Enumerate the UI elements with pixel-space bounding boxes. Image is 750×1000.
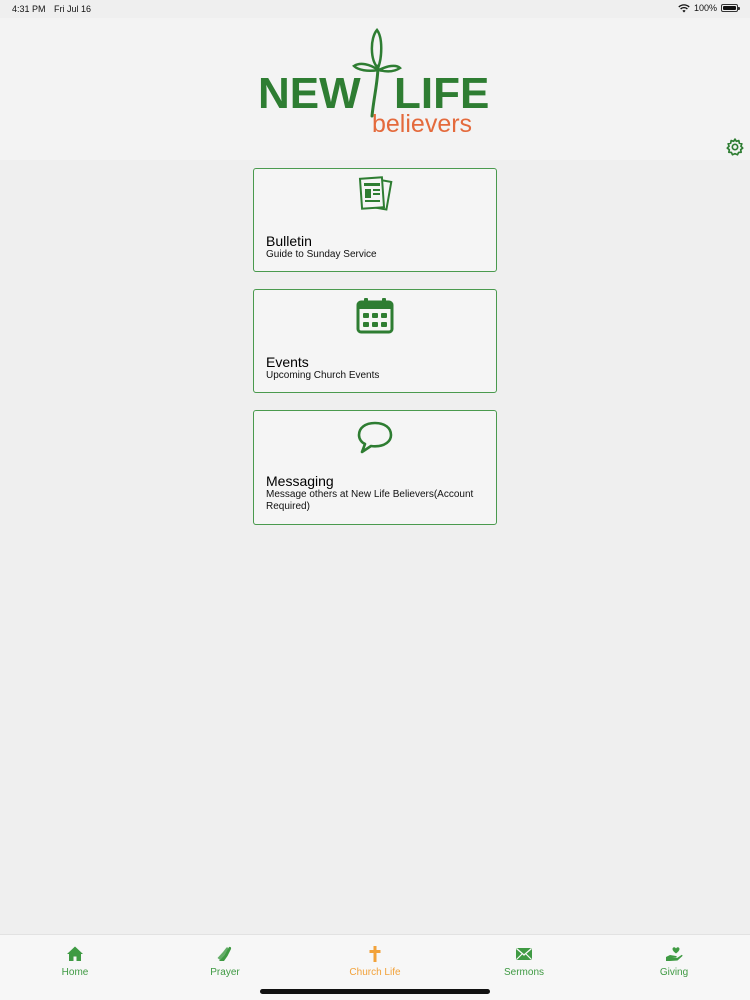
messaging-subtitle: Message others at New Life Believers(Acc…: [266, 489, 474, 512]
tab-church-life[interactable]: Church Life: [325, 945, 425, 978]
cross-icon: [369, 946, 381, 962]
bulletin-card[interactable]: Bulletin Guide to Sunday Service: [253, 168, 497, 272]
calendar-icon: [356, 298, 394, 334]
bulletin-title: Bulletin: [266, 233, 312, 249]
status-bar: 4:31 PM Fri Jul 16 100%: [0, 0, 750, 18]
tab-sermons-label: Sermons: [503, 967, 544, 978]
tab-home[interactable]: Home: [25, 945, 125, 978]
app-logo: NEW LIFE believers: [256, 26, 496, 138]
status-date: Fri Jul 16: [54, 4, 92, 14]
tab-giving-label: Giving: [659, 967, 689, 978]
tab-prayer[interactable]: Prayer: [175, 945, 275, 978]
giving-hand-icon: [666, 947, 683, 961]
events-subtitle: Upcoming Church Events: [266, 370, 380, 381]
tab-sermons[interactable]: Sermons: [474, 945, 574, 978]
tab-giving[interactable]: Giving: [624, 945, 724, 978]
envelope-icon: [516, 947, 532, 960]
events-card[interactable]: Events Upcoming Church Events: [253, 289, 497, 393]
header: NEW LIFE believers: [0, 18, 750, 160]
settings-button[interactable]: [725, 137, 745, 157]
battery-level: [723, 6, 736, 10]
events-title: Events: [266, 354, 309, 370]
tab-prayer-label: Prayer: [210, 967, 240, 978]
tab-church-life-label: Church Life: [349, 967, 401, 978]
home-indicator: [260, 989, 490, 994]
tab-home-label: Home: [61, 967, 89, 978]
status-time: 4:31 PM: [12, 4, 46, 14]
status-indicators: 100%: [678, 3, 740, 13]
messaging-title: Messaging: [266, 473, 334, 489]
bulletin-icon: [358, 176, 393, 211]
house-icon: [67, 946, 83, 961]
messaging-card[interactable]: Messaging Message others at New Life Bel…: [253, 410, 497, 525]
praying-hands-icon: [217, 946, 232, 961]
battery-icon: [721, 4, 740, 12]
logo-word-believers: believers: [372, 110, 473, 138]
gear-icon: [726, 138, 744, 156]
logo-word-new: NEW: [258, 69, 361, 118]
wifi-icon: [678, 3, 690, 12]
bulletin-subtitle: Guide to Sunday Service: [266, 249, 377, 260]
speech-bubble-icon: [357, 421, 393, 454]
battery-percent: 100%: [693, 3, 717, 13]
